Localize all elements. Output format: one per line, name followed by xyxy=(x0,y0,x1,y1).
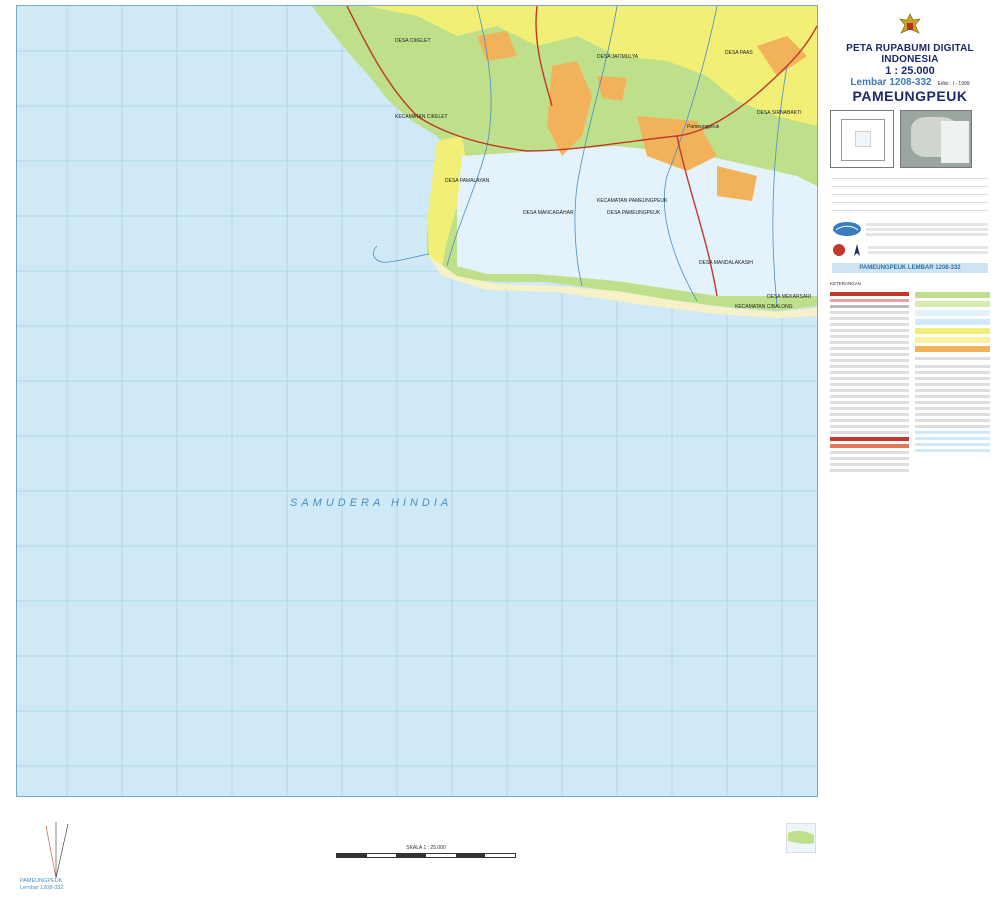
place-pameungpeuk: Pameungpeuk xyxy=(687,124,720,130)
place-desa-mekarsari: DESA MEKARSARI xyxy=(767,294,811,300)
sheet-number: Lembar 1208-332 xyxy=(850,77,932,88)
place-desa-sirnabakti: DESA SIRNABAKTI xyxy=(757,110,801,116)
legend-col-right xyxy=(914,289,990,475)
map-scale: 1 : 25.000 xyxy=(885,65,935,77)
title-block: PETA RUPABUMI DIGITAL INDONESIA 1 : 25.0… xyxy=(826,11,994,104)
place-desa-pamalayan: DESA PAMALAYAN xyxy=(445,178,490,184)
plain-light xyxy=(457,146,817,296)
legend-title: KETERANGAN xyxy=(830,281,862,286)
sea-label: SAMUDERA HINDIA xyxy=(290,497,452,509)
agency-logos xyxy=(832,221,988,237)
partner-logos xyxy=(832,243,988,257)
place-desa-mancagahar: DESA MANCAGAHAR xyxy=(523,210,574,216)
bottom-sheet-name: PAMEUNGPEUK xyxy=(20,878,63,884)
compass-north-icon xyxy=(854,244,860,256)
place-desa-paas: DESA PAAS xyxy=(725,50,753,56)
place-desa-mandalakasih: DESA MANDALAKASIH xyxy=(699,260,753,266)
place-desa-cikelet: DESA CIKELET xyxy=(395,38,431,44)
scale-bar: SKALA 1 : 25.000 xyxy=(336,845,516,858)
place-kecamatan-cibalong: KECAMATAN CIBALONG xyxy=(735,304,793,310)
bottom-sheet-number: Lembar 1208-332 xyxy=(20,885,64,891)
map-legend-panel: PETA RUPABUMI DIGITAL INDONESIA 1 : 25.0… xyxy=(826,5,994,905)
metadata-block xyxy=(832,174,988,211)
index-maps xyxy=(830,110,990,168)
place-kecamatan-cikelet: KECAMATAN CIKELET xyxy=(395,114,448,120)
sheet-index-grid xyxy=(830,110,894,168)
sheet-name: PAMEUNGPEUK xyxy=(852,88,968,104)
location-inset-map xyxy=(786,823,816,853)
lagoon xyxy=(373,245,430,263)
scale-bar-label: SKALA 1 : 25.000 xyxy=(406,845,446,851)
series-title: PETA RUPABUMI DIGITAL INDONESIA xyxy=(846,43,974,65)
partner-logo-icon xyxy=(833,244,845,256)
garuda-emblem-icon xyxy=(899,13,921,34)
topographic-map[interactable]: DESA CIKELET KECAMATAN CIKELET DESA JATI… xyxy=(17,6,817,796)
relief-index-map xyxy=(900,110,972,168)
bottom-strip: PAMEUNGPEUK Lembar 1208-332 SKALA 1 : 25… xyxy=(16,815,824,905)
place-kecamatan-pameungpeuk: KECAMATAN PAMEUNGPEUK xyxy=(597,198,668,204)
legend-col-left xyxy=(830,289,909,475)
declination-diagram-icon xyxy=(45,822,69,879)
bakosurtanal-logo-icon xyxy=(833,222,861,236)
footer-sheet-label: PAMEUNGPEUK LEMBAR 1208-332 xyxy=(832,263,988,273)
place-desa-pameungpeuk: DESA PAMEUNGPEUK xyxy=(607,210,661,216)
edition: Edisi : I - 1999 xyxy=(937,81,970,87)
map-frame[interactable]: DESA CIKELET KECAMATAN CIKELET DESA JATI… xyxy=(16,5,818,797)
place-desa-jatimulya: DESA JATIMULYA xyxy=(597,54,639,60)
legend-columns xyxy=(830,289,990,475)
